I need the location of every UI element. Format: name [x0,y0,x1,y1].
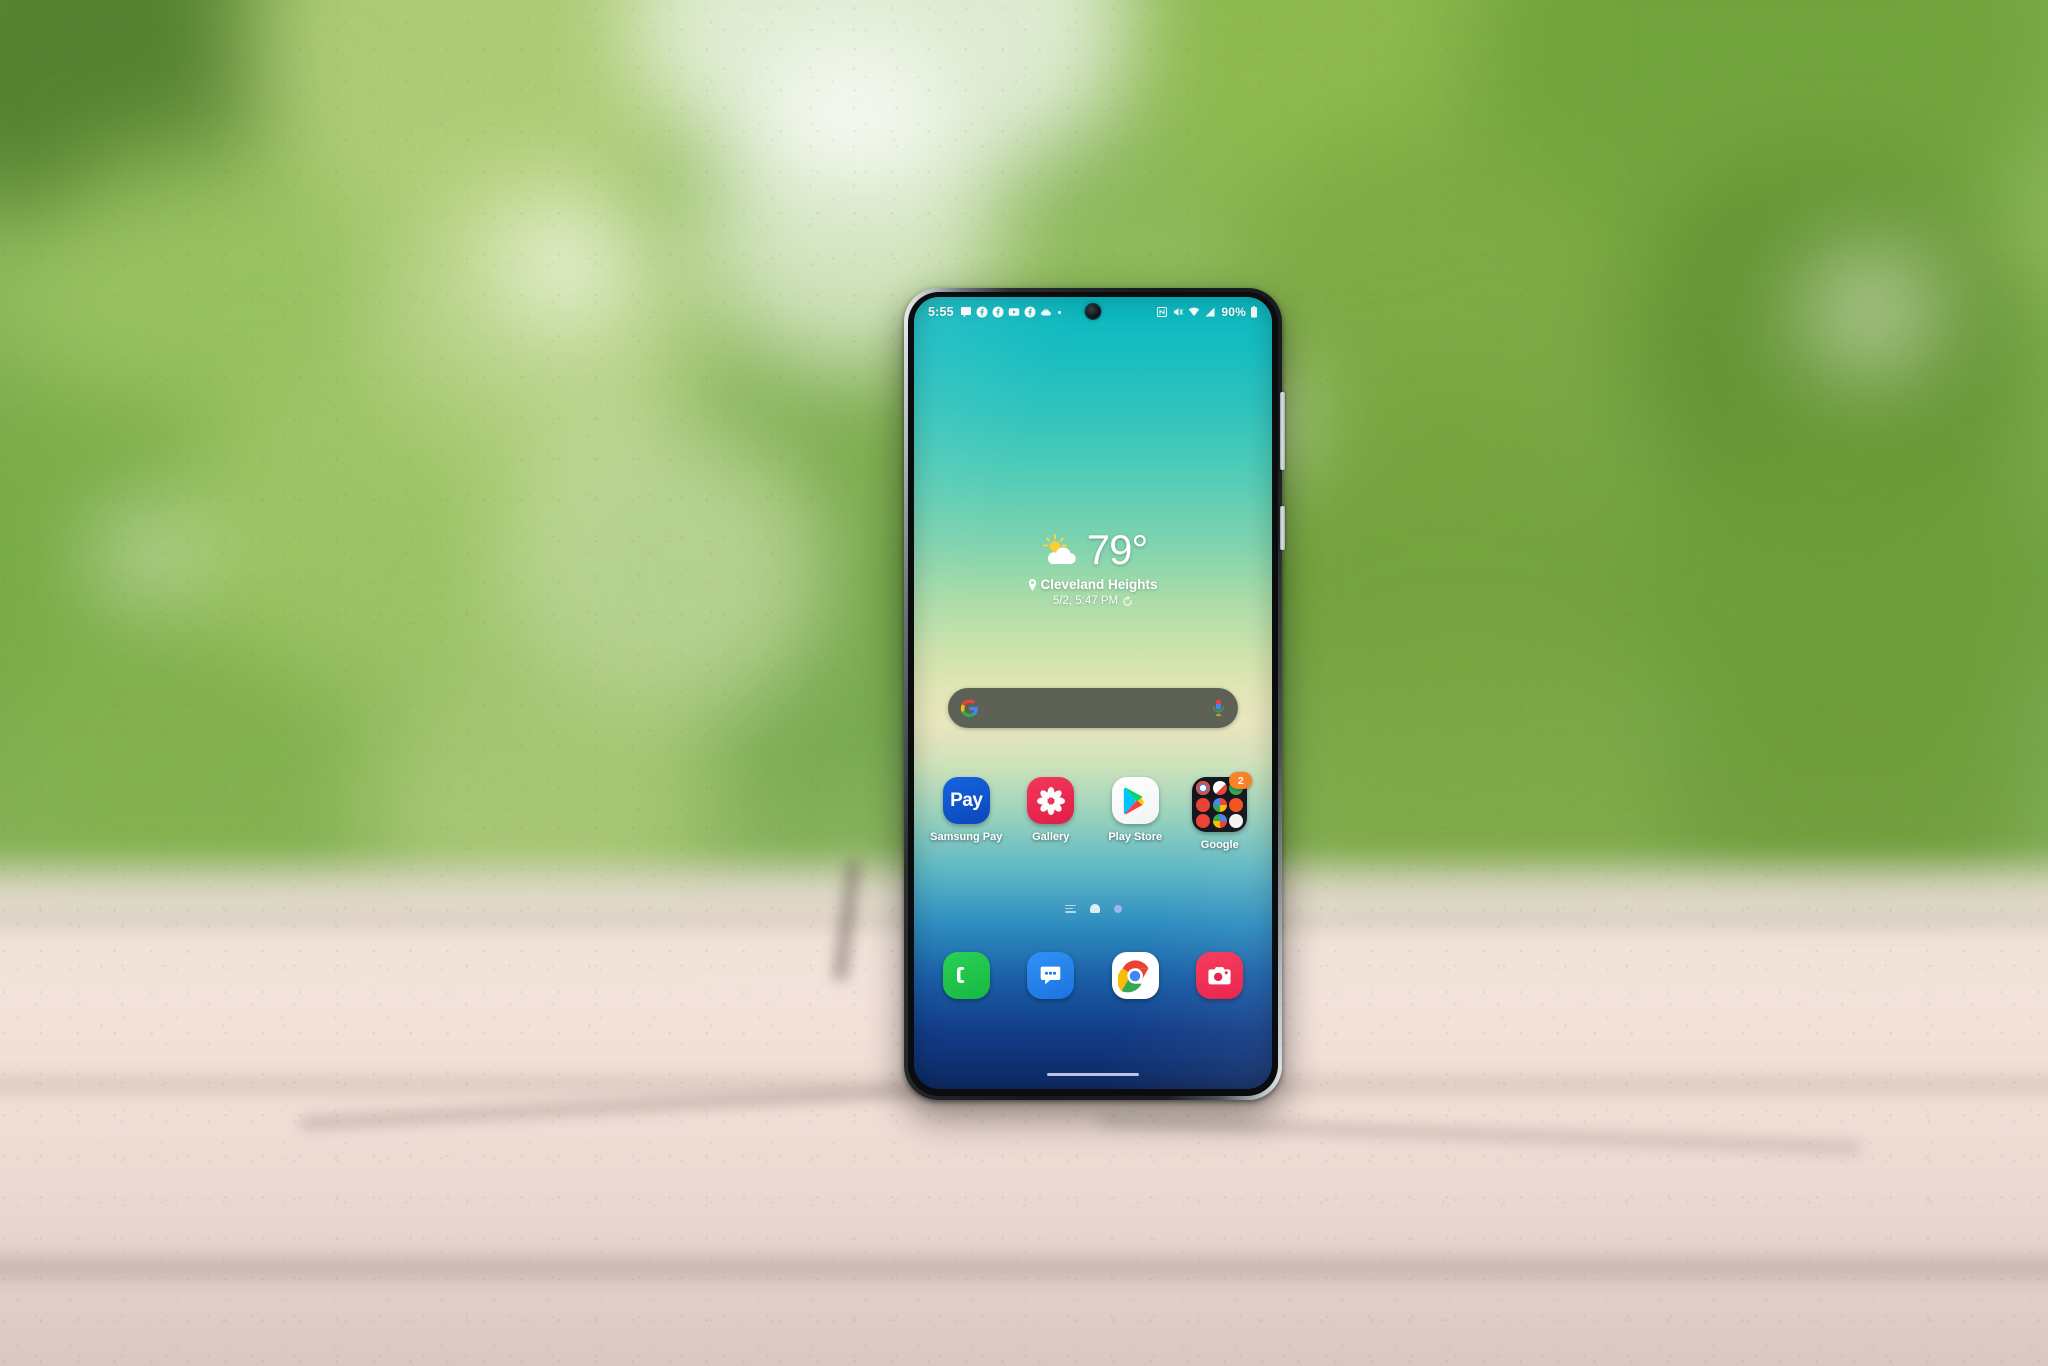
overflow-dot-icon [1057,310,1061,314]
messages-app-icon[interactable] [1027,952,1075,999]
weather-widget[interactable]: 79° Cleveland Heights 5/2, 5:47 PM [914,529,1272,607]
home-page-icon[interactable] [1089,904,1100,913]
folder-mini-icon [1229,814,1244,828]
app-gallery[interactable]: Gallery [1012,777,1090,851]
samsung-free-page-icon[interactable] [1064,904,1076,913]
samsung-pay-icon: Pay [942,777,990,824]
facebook-notification-icon-3 [1024,306,1036,318]
navigation-gesture-pill[interactable] [1047,1072,1139,1076]
dock [924,952,1262,999]
app-google-folder[interactable]: 2 Google [1181,772,1259,851]
refresh-icon[interactable] [1122,595,1133,607]
youtube-notification-icon [1008,306,1020,318]
app-label: Gallery [1032,831,1070,843]
battery-icon [1250,306,1258,318]
weather-location-row: Cleveland Heights [914,577,1272,592]
gallery-icon [1027,777,1075,824]
folder-notification-badge: 2 [1229,772,1253,789]
google-g-icon [960,698,979,718]
status-bar-right: 90% [1156,305,1258,319]
google-search-bar[interactable] [948,688,1238,728]
weather-temperature: 79° [1086,526,1149,573]
cellular-signal-icon [1204,306,1216,318]
folder-mini-icon [1212,797,1227,812]
folder-mini-icon [1212,814,1227,828]
vibrate-mute-icon [1172,306,1184,318]
app-label: Google [1200,839,1239,851]
phone-app-icon[interactable] [942,952,990,999]
facebook-notification-icon-2 [992,306,1004,318]
play-store-icon [1111,777,1159,824]
power-button[interactable] [1280,506,1285,550]
folder-icon-wrap: 2 [1192,772,1253,832]
page-dot[interactable] [1113,904,1122,913]
facebook-notification-icon [976,306,988,318]
volume-rocker-button[interactable] [1280,392,1285,470]
weather-location-label: Cleveland Heights [1040,577,1158,592]
messages-notification-icon [960,306,972,318]
app-label: Play Store [1108,831,1163,843]
smartphone: 5:55 90% 79° Cleveland Heights 5/2, 5:47… [904,288,1285,1100]
camera-app-icon[interactable] [1196,952,1244,999]
photo-scene: 5:55 90% 79° Cleveland Heights 5/2, 5:47… [0,0,2048,1366]
folder-mini-icon [1196,797,1211,812]
folder-mini-icon [1212,781,1227,795]
page-indicator [914,904,1272,913]
location-pin-icon [1028,578,1037,591]
weather-main-row: 79° [914,529,1272,571]
microphone-icon[interactable] [1211,699,1226,718]
weather-updated-label: 5/2, 5:47 PM [1052,595,1119,607]
partly-cloudy-sun-icon [1039,533,1083,567]
app-play-store[interactable]: Play Store [1096,777,1174,851]
app-row: Pay Samsung Pay Gallery Play Store 2 Goo… [924,772,1262,851]
weather-updated-row: 5/2, 5:47 PM [914,595,1272,607]
front-camera-punch-hole [1085,304,1101,319]
chrome-app-icon[interactable] [1111,952,1159,999]
phone-screen[interactable]: 5:55 90% 79° Cleveland Heights 5/2, 5:47… [914,297,1272,1089]
status-bar-left: 5:55 [928,305,1063,319]
status-bar-clock: 5:55 [928,305,954,319]
folder-mini-icon [1196,814,1211,828]
folder-mini-icon [1229,797,1244,812]
weather-cloud-notification-icon [1040,306,1052,318]
app-label: Samsung Pay [930,831,1003,843]
app-samsung-pay[interactable]: Pay Samsung Pay [927,777,1005,851]
nfc-icon [1156,306,1168,318]
battery-percent-label: 90% [1221,305,1246,319]
folder-mini-icon [1196,781,1211,795]
samsung-pay-glyph: Pay [950,789,983,811]
wifi-icon [1188,306,1200,318]
